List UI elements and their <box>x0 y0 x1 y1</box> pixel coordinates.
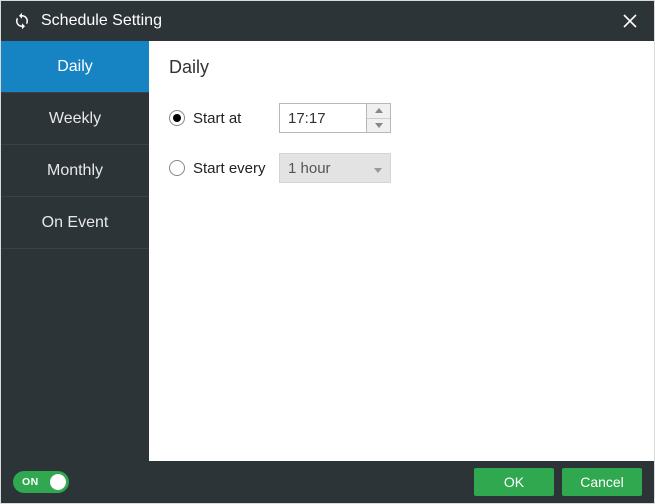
sidebar-item-label: Monthly <box>47 162 103 180</box>
titlebar: Schedule Setting <box>1 1 654 41</box>
sidebar-item-label: Weekly <box>49 110 101 128</box>
start-every-value: 1 hour <box>288 160 331 177</box>
sidebar-item-daily[interactable]: Daily <box>1 41 149 93</box>
panel-title: Daily <box>169 57 634 78</box>
start-every-row: Start every 1 hour <box>169 150 634 186</box>
sidebar-item-monthly[interactable]: Monthly <box>1 145 149 197</box>
start-at-row: Start at 17:17 <box>169 100 634 136</box>
start-every-label: Start every <box>193 160 266 177</box>
schedule-panel: Daily Start at 17:17 Start every <box>149 41 654 461</box>
time-spinner <box>367 103 391 133</box>
close-button[interactable] <box>618 9 642 33</box>
footer: ON OK Cancel <box>1 461 654 503</box>
sidebar-item-weekly[interactable]: Weekly <box>1 93 149 145</box>
toggle-knob <box>50 474 66 490</box>
ok-button[interactable]: OK <box>474 468 554 496</box>
start-at-time-input[interactable]: 17:17 <box>279 103 367 133</box>
sidebar-item-on-event[interactable]: On Event <box>1 197 149 249</box>
start-at-radio[interactable]: Start at <box>169 110 279 127</box>
start-at-time-value: 17:17 <box>288 110 326 127</box>
sidebar-item-label: On Event <box>42 214 109 232</box>
sidebar-item-label: Daily <box>57 58 93 76</box>
sidebar: Daily Weekly Monthly On Event <box>1 41 149 461</box>
dialog-body: Daily Weekly Monthly On Event Daily Star… <box>1 41 654 461</box>
start-every-radio[interactable]: Start every <box>169 160 279 177</box>
start-every-dropdown[interactable]: 1 hour <box>279 153 391 183</box>
cancel-button[interactable]: Cancel <box>562 468 642 496</box>
radio-icon <box>169 110 185 126</box>
chevron-down-icon <box>375 123 383 128</box>
chevron-down-icon <box>374 160 382 177</box>
sync-icon <box>13 12 31 30</box>
window-title: Schedule Setting <box>41 12 618 30</box>
toggle-label: ON <box>22 476 39 488</box>
start-at-label: Start at <box>193 110 241 127</box>
time-spin-down[interactable] <box>367 118 390 133</box>
time-spin-up[interactable] <box>367 104 390 118</box>
chevron-up-icon <box>375 108 383 113</box>
radio-icon <box>169 160 185 176</box>
schedule-toggle[interactable]: ON <box>13 471 69 493</box>
